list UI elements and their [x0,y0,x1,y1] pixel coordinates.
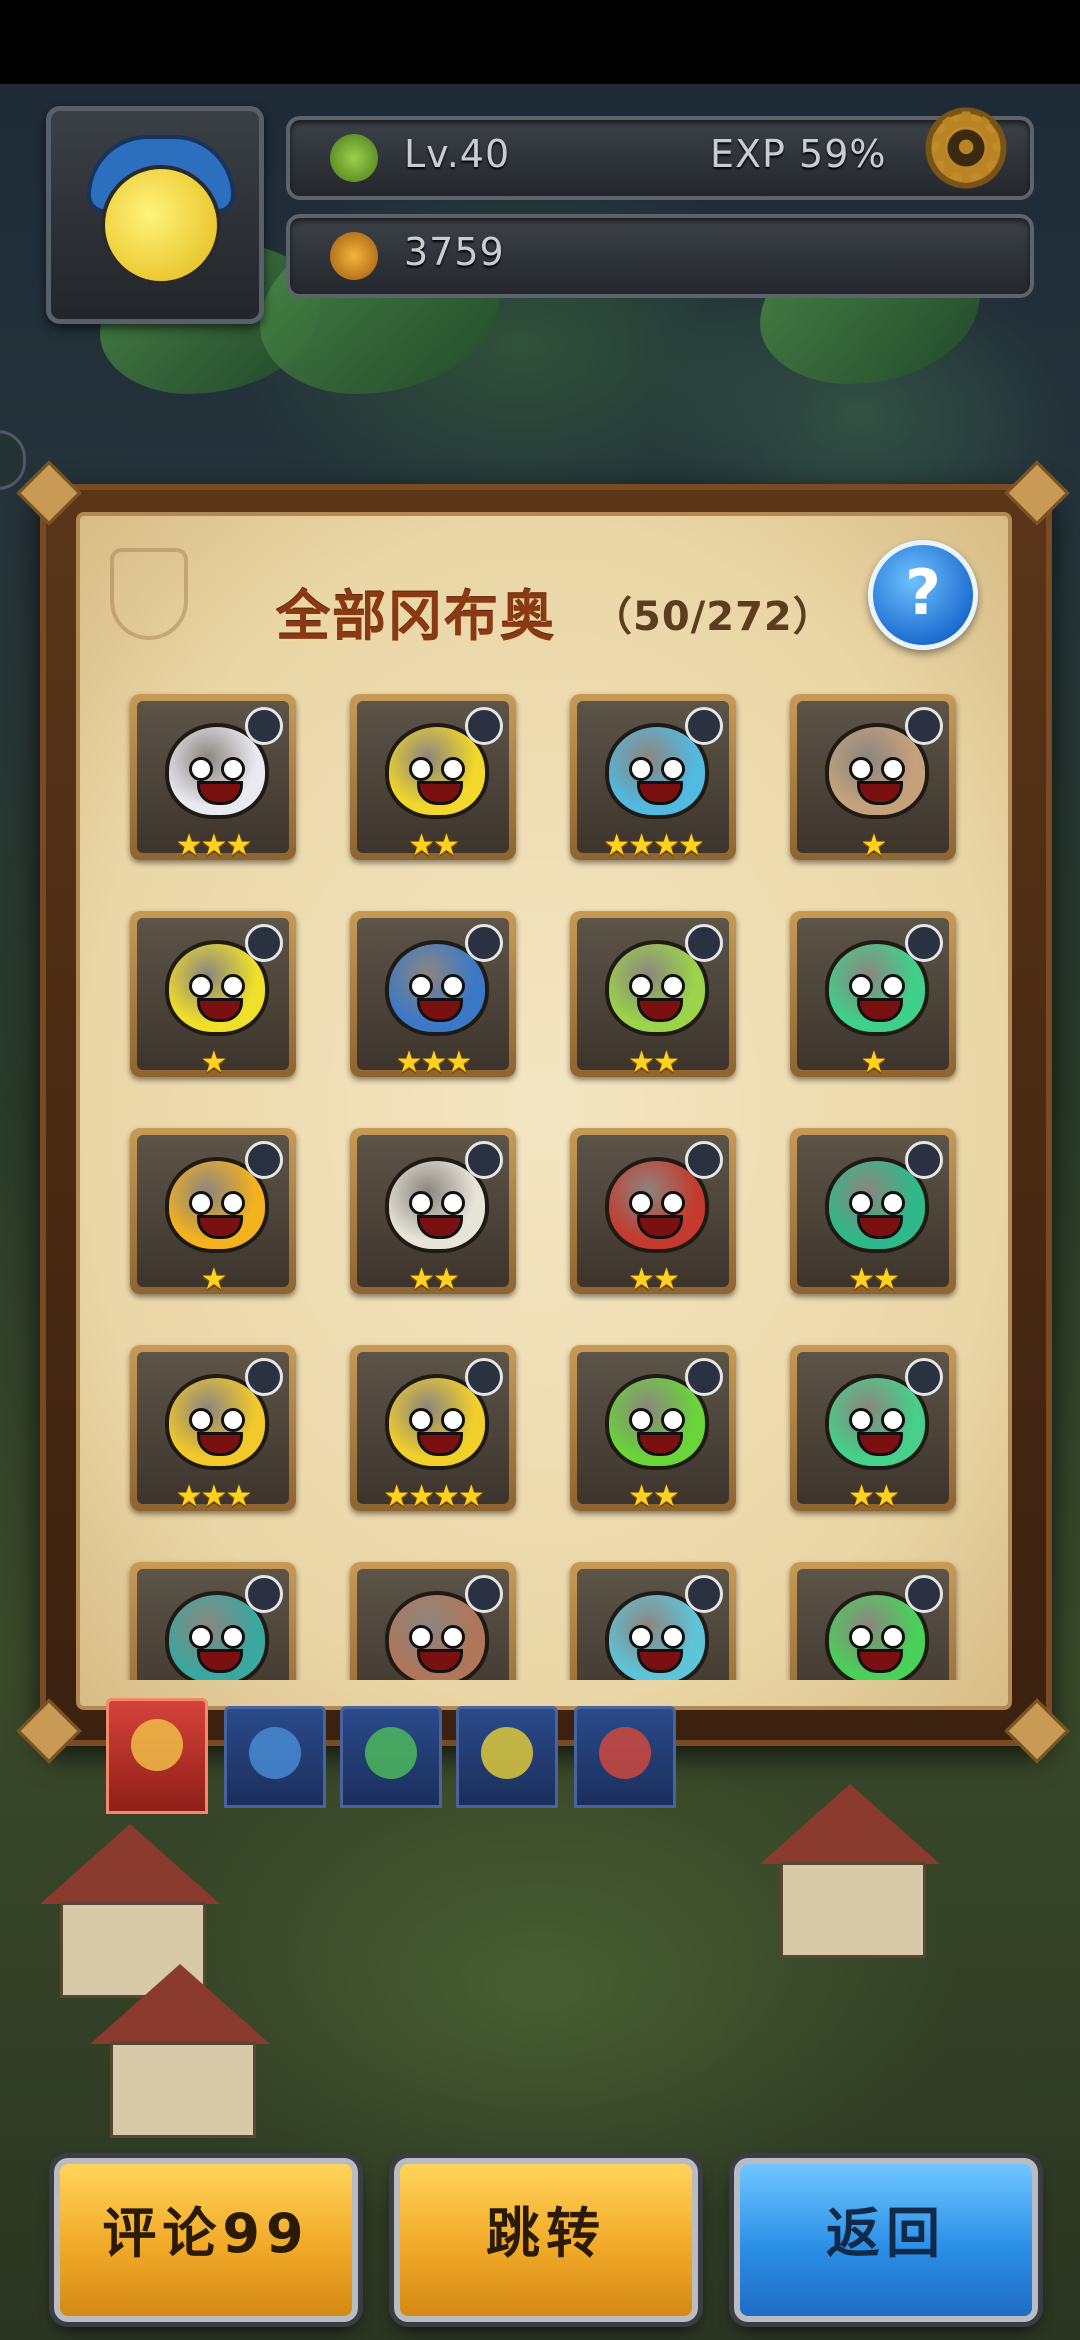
character-card[interactable] [790,1562,956,1680]
star-rating: ★★ [848,1262,900,1297]
star-rating: ★★★ [175,828,253,863]
class-badge-icon [465,707,503,745]
jump-button[interactable]: 跳转 [394,2158,698,2322]
comment-button[interactable]: 评论99 [54,2158,358,2322]
character-card[interactable]: ★★★ [350,911,516,1080]
character-card[interactable]: ★★ [570,1128,736,1297]
star-rating: ★ [860,828,888,863]
class-badge-icon [465,1141,503,1179]
category-tab[interactable] [106,1698,208,1814]
panel-title: 全部冈布奥 [276,585,556,648]
class-badge-icon [905,707,943,745]
star-rating: ★ [200,1045,228,1080]
level-text: Lv.40 [404,132,511,176]
star-rating: ★★ [408,828,460,863]
category-face-icon [131,1719,183,1771]
character-card[interactable] [130,1562,296,1680]
character-card[interactable]: ★★ [570,1345,736,1514]
character-card[interactable]: ★★★ [130,694,296,863]
character-card[interactable]: ★ [790,911,956,1080]
class-badge-icon [245,1358,283,1396]
category-tab[interactable] [224,1706,326,1808]
character-card[interactable] [350,1562,516,1680]
character-card[interactable]: ★★ [790,1345,956,1514]
star-rating: ★★★ [175,1479,253,1514]
class-badge-icon [245,1141,283,1179]
star-rating: ★★ [628,1479,680,1514]
class-badge-icon [905,1141,943,1179]
character-portrait [357,1569,509,1680]
class-badge-icon [245,1575,283,1613]
class-badge-icon [905,924,943,962]
currency-amount: 3759 [404,230,505,274]
category-face-icon [365,1727,417,1779]
character-grid: ★★★ ★★ ★★★★ ★ ★ ★★★ ★★ ★ ★ ★★ ★★ ★★ ★★★ ★★★★ ★★ ★★ [96,680,984,1680]
character-card[interactable]: ★★ [350,1128,516,1297]
class-badge-icon [905,1575,943,1613]
character-card[interactable]: ★★★ [130,1345,296,1514]
character-card[interactable] [570,1562,736,1680]
category-face-icon [249,1727,301,1779]
category-tab[interactable] [456,1706,558,1808]
category-face-icon [599,1727,651,1779]
currency-bar: 3759 [286,214,1034,298]
fruit-currency-icon [330,232,378,280]
category-tab[interactable] [574,1706,676,1808]
character-card[interactable]: ★★ [790,1128,956,1297]
class-badge-icon [245,707,283,745]
class-badge-icon [245,924,283,962]
star-rating: ★★★ [395,1045,473,1080]
status-bar [0,0,1080,84]
star-rating: ★★★★ [383,1479,485,1514]
star-rating: ★★ [628,1045,680,1080]
class-badge-icon [465,1358,503,1396]
player-avatar[interactable] [46,106,264,324]
character-portrait [797,1569,949,1680]
character-card[interactable]: ★★ [570,911,736,1080]
star-rating: ★★★★ [603,828,705,863]
star-rating: ★★ [848,1479,900,1514]
back-button[interactable]: 返回 [734,2158,1038,2322]
class-badge-icon [465,1575,503,1613]
character-portrait [577,1569,729,1680]
class-badge-icon [685,924,723,962]
shield-emblem-icon [110,548,188,640]
avatar-face-icon [101,165,221,285]
category-tab[interactable] [340,1706,442,1808]
exp-text: EXP 59% [710,132,887,176]
class-badge-icon [685,1141,723,1179]
collection-count: （50/272） [592,594,834,640]
star-rating: ★ [860,1045,888,1080]
class-badge-icon [685,1575,723,1613]
class-badge-icon [465,924,503,962]
character-card[interactable]: ★★ [350,694,516,863]
class-badge-icon [685,1358,723,1396]
character-portrait [137,1569,289,1680]
star-rating: ★★ [408,1262,460,1297]
star-rating: ★★ [628,1262,680,1297]
leaf-level-icon [330,134,378,182]
character-card[interactable]: ★★★★ [570,694,736,863]
settings-gear-icon[interactable]: ⚙ [918,100,1014,196]
character-card[interactable]: ★★★★ [350,1345,516,1514]
star-rating: ★ [200,1262,228,1297]
help-button[interactable]: ? [868,540,978,650]
character-card[interactable]: ★ [130,1128,296,1297]
category-face-icon [481,1727,533,1779]
class-badge-icon [685,707,723,745]
class-badge-icon [905,1358,943,1396]
character-card[interactable]: ★ [130,911,296,1080]
character-card[interactable]: ★ [790,694,956,863]
